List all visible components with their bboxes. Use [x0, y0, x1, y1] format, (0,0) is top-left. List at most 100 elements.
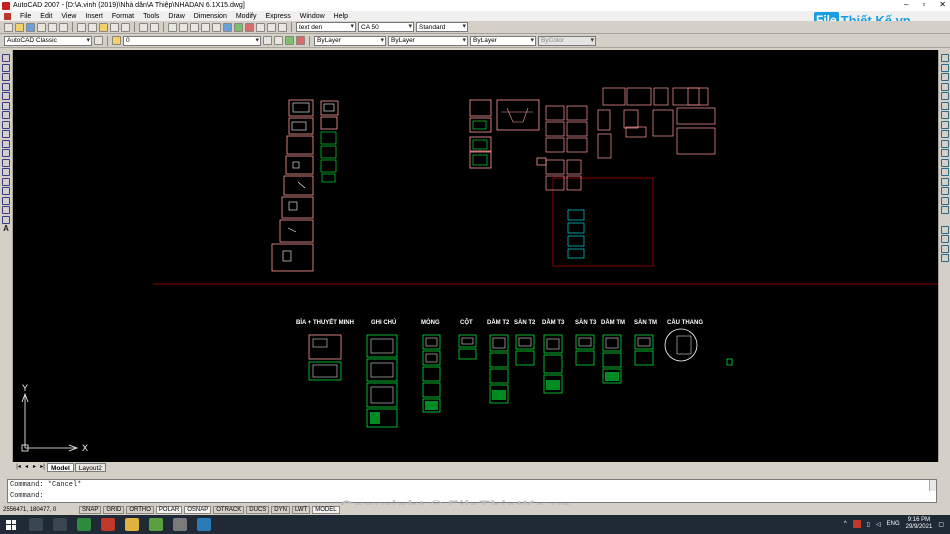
minimize-button[interactable]: – [904, 0, 908, 9]
task-view-icon[interactable] [53, 518, 67, 531]
tab-model[interactable]: Model [47, 462, 74, 472]
erase-icon[interactable] [940, 54, 949, 62]
explode-icon[interactable] [940, 206, 949, 214]
redo-icon[interactable] [150, 22, 159, 32]
pan-icon[interactable] [168, 22, 177, 32]
polar-toggle[interactable]: POLAR [155, 506, 183, 514]
point-icon[interactable] [2, 177, 10, 186]
menu-insert[interactable]: Insert [85, 13, 103, 20]
make-block-icon[interactable] [2, 168, 10, 176]
join-icon[interactable] [940, 177, 949, 186]
windows-start-icon[interactable] [6, 519, 16, 530]
rotate-icon[interactable] [940, 111, 949, 119]
snap-toggle[interactable]: SNAP [79, 506, 102, 514]
break-icon[interactable] [940, 168, 949, 176]
stretch-icon[interactable] [940, 130, 949, 138]
app-red-icon[interactable] [101, 518, 115, 531]
spline-icon[interactable] [2, 130, 10, 138]
insert-block-icon[interactable] [2, 158, 10, 167]
ducs-toggle[interactable]: DUCS [246, 506, 270, 514]
multiline-text-icon[interactable]: A [2, 225, 10, 233]
new-icon[interactable] [4, 22, 13, 32]
table-icon[interactable] [2, 215, 10, 224]
clock[interactable]: 9:16 PM 29/9/2021 [906, 517, 933, 531]
layer-previous-icon[interactable] [274, 36, 283, 45]
offset-icon[interactable] [940, 82, 949, 91]
open-icon[interactable] [15, 22, 24, 32]
copy-object-icon[interactable] [940, 63, 949, 72]
menu-format[interactable]: Format [112, 13, 134, 20]
notification-icon[interactable]: ▢ [938, 521, 944, 528]
layer-states-icon[interactable] [285, 36, 294, 45]
tray-app-icon[interactable] [852, 520, 861, 528]
properties-icon[interactable] [212, 22, 221, 32]
next-tab-icon[interactable]: ▸ [31, 464, 38, 471]
command-scrollbar[interactable] [929, 480, 936, 491]
scale-icon[interactable] [940, 120, 949, 129]
send-to-back-icon[interactable] [940, 244, 949, 253]
line-icon[interactable] [2, 54, 10, 62]
break-at-point-icon[interactable] [940, 158, 949, 167]
workspace-settings-icon[interactable] [94, 36, 103, 45]
markup-icon[interactable] [256, 22, 265, 32]
table-style-select[interactable]: Standard [416, 22, 468, 32]
first-tab-icon[interactable]: |◂ [15, 464, 22, 471]
trim-icon[interactable] [940, 139, 949, 148]
search-icon[interactable] [29, 518, 43, 531]
file-explorer-icon[interactable] [125, 518, 139, 531]
publish-icon[interactable] [59, 22, 68, 32]
help-icon[interactable] [278, 22, 287, 32]
revision-cloud-icon[interactable] [2, 120, 10, 129]
hatch-icon[interactable] [2, 187, 10, 195]
paste-icon[interactable] [99, 22, 108, 32]
bring-to-front-icon[interactable] [940, 235, 949, 243]
polygon-icon[interactable] [2, 82, 10, 91]
zoom-window-icon[interactable] [190, 22, 199, 32]
menu-edit[interactable]: Edit [40, 13, 52, 20]
volume-icon[interactable]: ◁ [876, 521, 881, 528]
design-center-icon[interactable] [223, 22, 232, 32]
zoom-previous-icon[interactable] [201, 22, 210, 32]
dim-style-select[interactable]: CA 50 [358, 22, 414, 32]
close-button[interactable]: ✕ [939, 0, 946, 9]
menu-window[interactable]: Window [300, 13, 325, 20]
print-icon[interactable] [37, 22, 46, 32]
tab-layout2[interactable]: Layout2 [74, 462, 106, 472]
app-grey-icon[interactable] [173, 518, 187, 531]
last-tab-icon[interactable]: ▸| [39, 464, 46, 471]
mirror-icon[interactable] [940, 73, 949, 81]
otrack-toggle[interactable]: OTRACK [213, 506, 245, 514]
language-indicator[interactable]: ENG [887, 521, 900, 527]
menu-modify[interactable]: Modify [236, 13, 257, 20]
polyline-icon[interactable] [2, 73, 10, 81]
layer-select[interactable]: 0 [123, 35, 261, 46]
tool-palettes-icon[interactable] [234, 22, 243, 32]
extend-icon[interactable] [940, 149, 949, 157]
copy-icon[interactable] [88, 22, 97, 32]
prev-tab-icon[interactable]: ◂ [23, 464, 30, 471]
circle-icon[interactable] [2, 111, 10, 119]
chrome-icon[interactable] [77, 518, 91, 531]
app-green-icon[interactable] [149, 518, 163, 531]
gradient-icon[interactable] [2, 196, 10, 205]
maximize-button[interactable]: ▫ [922, 0, 925, 9]
layer-lock-icon[interactable] [296, 36, 305, 45]
ellipse-arc-icon[interactable] [2, 149, 10, 157]
chamfer-icon[interactable] [940, 187, 949, 195]
menu-express[interactable]: Express [265, 13, 290, 20]
menu-dimension[interactable]: Dimension [194, 13, 227, 20]
preview-icon[interactable] [48, 22, 57, 32]
quickcalc-icon[interactable] [267, 22, 276, 32]
make-current-layer-icon[interactable] [263, 36, 272, 45]
match-properties-icon[interactable] [110, 22, 119, 32]
rectangle-icon[interactable] [2, 92, 10, 100]
array-icon[interactable] [940, 92, 949, 100]
drawing-canvas[interactable]: BÌA + THUYẾT MINH GHI CHÚ MÓNG CỘT DẦM T… [13, 50, 938, 462]
sheet-set-icon[interactable] [245, 22, 254, 32]
dyn-toggle[interactable]: DYN [271, 506, 290, 514]
block-editor-icon[interactable] [121, 22, 130, 32]
arc-icon[interactable] [2, 101, 10, 110]
region-icon[interactable] [2, 206, 10, 214]
bring-above-icon[interactable] [940, 254, 949, 262]
move-icon[interactable] [940, 101, 949, 110]
